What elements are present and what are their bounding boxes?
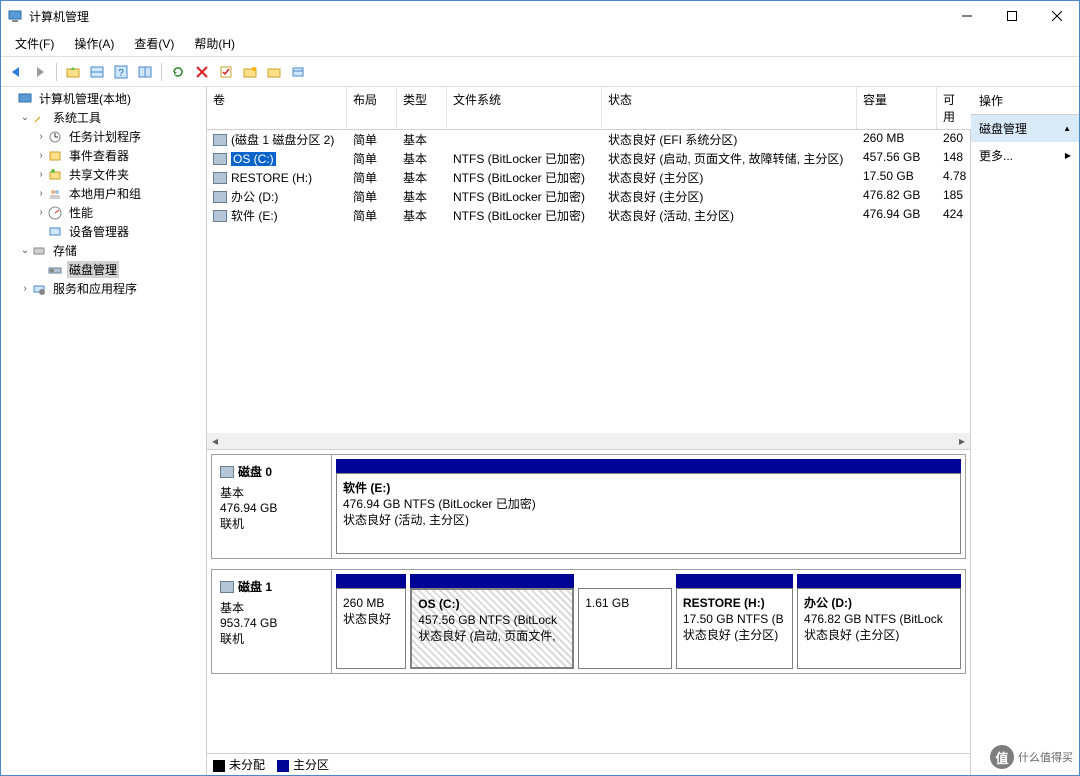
- tree-shared-folders[interactable]: 共享文件夹: [67, 166, 131, 183]
- folder-open-icon[interactable]: [263, 61, 285, 83]
- storage-icon: [31, 243, 47, 259]
- col-filesystem[interactable]: 文件系统: [447, 87, 602, 129]
- partition[interactable]: OS (C:)457.56 GB NTFS (BitLock状态良好 (启动, …: [410, 574, 574, 669]
- new-folder-icon[interactable]: [239, 61, 261, 83]
- drive-icon: [213, 153, 227, 165]
- partition[interactable]: 软件 (E:)476.94 GB NTFS (BitLocker 已加密)状态良…: [336, 459, 961, 554]
- col-layout[interactable]: 布局: [347, 87, 397, 129]
- volume-row[interactable]: OS (C:)简单基本NTFS (BitLocker 已加密)状态良好 (启动,…: [207, 149, 970, 168]
- legend-primary-swatch: [277, 760, 289, 772]
- tree-event-viewer[interactable]: 事件查看器: [67, 147, 131, 164]
- watermark: 值 什么值得买: [990, 745, 1073, 769]
- col-volume[interactable]: 卷: [207, 87, 347, 129]
- forward-button[interactable]: [29, 61, 51, 83]
- shared-icon: [47, 167, 63, 183]
- tree-task-scheduler[interactable]: 任务计划程序: [67, 128, 143, 145]
- disk-icon: [220, 466, 234, 478]
- menu-action[interactable]: 操作(A): [66, 32, 122, 55]
- legend-primary: 主分区: [293, 758, 329, 772]
- tree-local-users[interactable]: 本地用户和组: [67, 185, 143, 202]
- legend-unallocated-swatch: [213, 760, 225, 772]
- app-icon: [7, 8, 23, 24]
- computer-icon: [17, 91, 33, 107]
- perf-icon: [47, 205, 63, 221]
- menubar: 文件(F) 操作(A) 查看(V) 帮助(H): [1, 31, 1079, 57]
- help-icon[interactable]: ?: [110, 61, 132, 83]
- minimize-button[interactable]: [944, 1, 989, 31]
- scroll-right-icon[interactable]: ▸: [954, 433, 970, 449]
- watermark-text: 什么值得买: [1018, 749, 1073, 765]
- disk-row[interactable]: 磁盘 0基本476.94 GB联机软件 (E:)476.94 GB NTFS (…: [211, 454, 966, 559]
- partition[interactable]: 1.61 GB: [578, 574, 672, 669]
- tools-icon: [31, 110, 47, 126]
- drive-icon: [213, 134, 227, 146]
- collapse-up-icon: ▲: [1063, 124, 1071, 133]
- disk-graphical-view[interactable]: 磁盘 0基本476.94 GB联机软件 (E:)476.94 GB NTFS (…: [207, 450, 970, 753]
- tree-services[interactable]: 服务和应用程序: [51, 280, 139, 297]
- volume-row[interactable]: 办公 (D:)简单基本NTFS (BitLocker 已加密)状态良好 (主分区…: [207, 187, 970, 206]
- tree-disk-management[interactable]: 磁盘管理: [67, 261, 119, 278]
- legend: 未分配 主分区: [207, 753, 970, 775]
- properties-icon[interactable]: [287, 61, 309, 83]
- horizontal-scrollbar[interactable]: ◂ ▸: [207, 433, 970, 449]
- users-icon: [47, 186, 63, 202]
- actions-item-more[interactable]: 更多...▶: [971, 142, 1079, 169]
- tree-performance[interactable]: 性能: [67, 204, 95, 221]
- scheduler-icon: [47, 129, 63, 145]
- drive-icon: [213, 210, 227, 222]
- tree-device-manager[interactable]: 设备管理器: [67, 223, 131, 240]
- diskmgmt-icon: [47, 262, 63, 278]
- nav-tree[interactable]: 计算机管理(本地) ⌄系统工具 ›任务计划程序 ›事件查看器 ›共享文件夹 ›本…: [1, 87, 207, 775]
- toolbar: ?: [1, 57, 1079, 87]
- delete-icon[interactable]: [191, 61, 213, 83]
- menu-file[interactable]: 文件(F): [7, 32, 62, 55]
- up-icon[interactable]: [62, 61, 84, 83]
- col-free[interactable]: 可用: [937, 87, 973, 129]
- maximize-button[interactable]: [989, 1, 1034, 31]
- svg-text:?: ?: [118, 68, 124, 79]
- chevron-right-icon: ▶: [1065, 151, 1071, 160]
- titlebar: 计算机管理: [1, 1, 1079, 31]
- back-button[interactable]: [5, 61, 27, 83]
- volume-row[interactable]: RESTORE (H:)简单基本NTFS (BitLocker 已加密)状态良好…: [207, 168, 970, 187]
- drive-icon: [213, 191, 227, 203]
- partition[interactable]: 办公 (D:)476.82 GB NTFS (BitLock状态良好 (主分区): [797, 574, 961, 669]
- view-list-icon[interactable]: [86, 61, 108, 83]
- tree-root[interactable]: 计算机管理(本地): [37, 90, 133, 107]
- actions-item-diskmgmt[interactable]: 磁盘管理▲: [971, 115, 1079, 142]
- checklist-icon[interactable]: [215, 61, 237, 83]
- col-type[interactable]: 类型: [397, 87, 447, 129]
- volume-row[interactable]: (磁盘 1 磁盘分区 2)简单基本状态良好 (EFI 系统分区)260 MB26…: [207, 130, 970, 149]
- col-capacity[interactable]: 容量: [857, 87, 937, 129]
- tree-systools[interactable]: 系统工具: [51, 109, 103, 126]
- services-icon: [31, 281, 47, 297]
- view-detail-icon[interactable]: [134, 61, 156, 83]
- volume-row[interactable]: 软件 (E:)简单基本NTFS (BitLocker 已加密)状态良好 (活动,…: [207, 206, 970, 225]
- disk-row[interactable]: 磁盘 1基本953.74 GB联机260 MB状态良好OS (C:)457.56…: [211, 569, 966, 674]
- actions-pane: 操作 磁盘管理▲ 更多...▶: [971, 87, 1079, 775]
- refresh-icon[interactable]: [167, 61, 189, 83]
- close-button[interactable]: [1034, 1, 1079, 31]
- disk-info: 磁盘 0基本476.94 GB联机: [212, 455, 332, 558]
- devmgr-icon: [47, 224, 63, 240]
- partition[interactable]: RESTORE (H:)17.50 GB NTFS (B状态良好 (主分区): [676, 574, 793, 669]
- window-title: 计算机管理: [29, 8, 944, 25]
- drive-icon: [213, 172, 227, 184]
- actions-header: 操作: [971, 87, 1079, 115]
- watermark-icon: 值: [990, 745, 1014, 769]
- disk-icon: [220, 581, 234, 593]
- legend-unallocated: 未分配: [229, 758, 265, 772]
- volume-header-row: 卷 布局 类型 文件系统 状态 容量 可用: [207, 87, 970, 130]
- menu-view[interactable]: 查看(V): [126, 32, 182, 55]
- col-status[interactable]: 状态: [602, 87, 857, 129]
- eventvwr-icon: [47, 148, 63, 164]
- partition[interactable]: 260 MB状态良好: [336, 574, 406, 669]
- disk-info: 磁盘 1基本953.74 GB联机: [212, 570, 332, 673]
- scroll-left-icon[interactable]: ◂: [207, 433, 223, 449]
- tree-storage[interactable]: 存储: [51, 242, 79, 259]
- volume-list[interactable]: (磁盘 1 磁盘分区 2)简单基本状态良好 (EFI 系统分区)260 MB26…: [207, 130, 970, 450]
- menu-help[interactable]: 帮助(H): [186, 32, 243, 55]
